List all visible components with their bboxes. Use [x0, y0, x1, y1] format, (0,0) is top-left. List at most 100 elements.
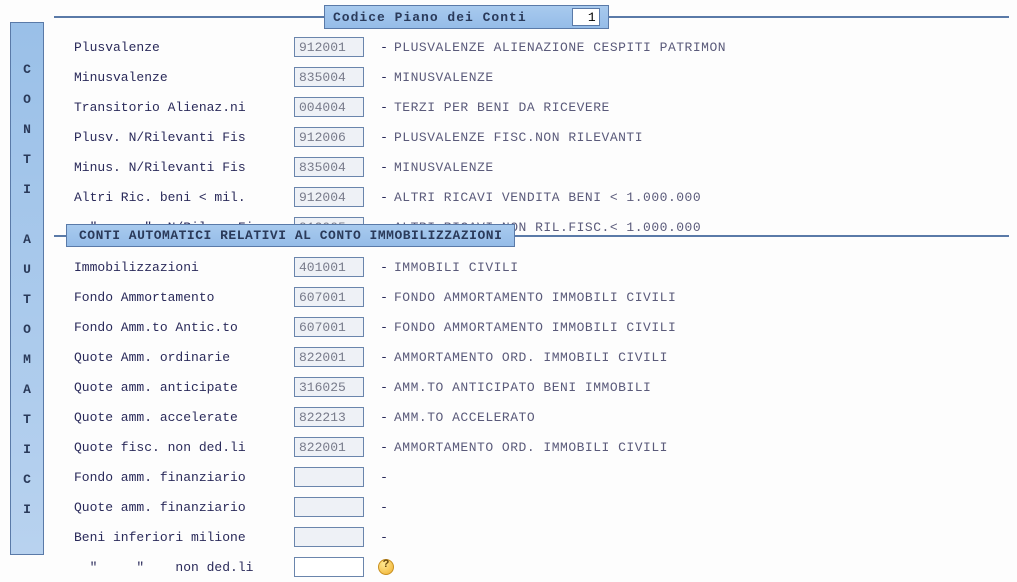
row-label: Plusv. N/Rilevanti Fis [74, 130, 294, 145]
sidebar-letter: C [23, 465, 31, 495]
dash-separator: - [374, 350, 394, 365]
dash-separator: - [374, 500, 394, 515]
help-icon[interactable] [378, 559, 394, 575]
top-row: Transitorio Alienaz.ni -TERZI PER BENI DA… [74, 92, 1007, 122]
bottom-row: Immobilizzazioni -IMMOBILI CIVILI [74, 252, 1007, 282]
dash-separator: - [374, 290, 394, 305]
row-description: ALTRI RICAVI VENDITA BENI < 1.000.000 [394, 190, 701, 205]
row-label: Minus. N/Rilevanti Fis [74, 160, 294, 175]
row-description: AMMORTAMENTO ORD. IMMOBILI CIVILI [394, 440, 668, 455]
sidebar-letter: C [23, 55, 31, 85]
account-code-input[interactable] [294, 467, 364, 487]
row-description: AMM.TO ANTICIPATO BENI IMMOBILI [394, 380, 651, 395]
sidebar-letter: T [23, 145, 31, 175]
row-description: MINUSVALENZE [394, 70, 494, 85]
bottom-row: Beni inferiori milione - [74, 522, 1007, 552]
chart-plan-code-input[interactable] [572, 8, 600, 26]
row-label: Immobilizzazioni [74, 260, 294, 275]
row-label: Minusvalenze [74, 70, 294, 85]
bottom-row: Fondo Amm.to Antic.to-FONDO AMMORTAMENTO… [74, 312, 1007, 342]
dash-separator: - [374, 40, 394, 55]
account-code-input[interactable] [294, 127, 364, 147]
row-description: MINUSVALENZE [394, 160, 494, 175]
sidebar-letter: O [23, 315, 31, 345]
account-code-input[interactable] [294, 527, 364, 547]
account-code-input[interactable] [294, 347, 364, 367]
row-description: AMM.TO ACCELERATO [394, 410, 535, 425]
sidebar-letter: A [23, 225, 31, 255]
row-label: " " non ded.li [74, 560, 294, 575]
row-description: FONDO AMMORTAMENTO IMMOBILI CIVILI [394, 320, 676, 335]
row-label: Fondo amm. finanziario [74, 470, 294, 485]
row-label: Quote amm. anticipate [74, 380, 294, 395]
row-label: Altri Ric. beni < mil. [74, 190, 294, 205]
sidebar-letter: U [23, 255, 31, 285]
dash-separator: - [374, 440, 394, 455]
dash-separator: - [374, 260, 394, 275]
row-label: Transitorio Alienaz.ni [74, 100, 294, 115]
account-code-input[interactable] [294, 37, 364, 57]
top-row: Plusvalenze -PLUSVALENZE ALIENAZIONE CESP… [74, 32, 1007, 62]
bottom-row: Fondo Ammortamento -FONDO AMMORTAMENTO IM… [74, 282, 1007, 312]
section-title: CONTI AUTOMATICI RELATIVI AL CONTO IMMOB… [66, 224, 515, 247]
dash-separator: - [374, 160, 394, 175]
account-code-input[interactable] [294, 557, 364, 577]
bottom-row: Quote fisc. non ded.li -AMMORTAMENTO ORD.… [74, 432, 1007, 462]
accounts-group-bottom: Immobilizzazioni-IMMOBILI CIVILIFondo Am… [74, 252, 1007, 582]
sidebar-letter: T [23, 285, 31, 315]
bottom-row: Quote amm. anticipate -AMM.TO ANTICIPATO … [74, 372, 1007, 402]
bottom-row: Quote Amm. ordinarie -AMMORTAMENTO ORD. I… [74, 342, 1007, 372]
sidebar-letter: I [23, 175, 31, 205]
top-row: Plusv. N/Rilevanti Fis -PLUSVALENZE FISC.… [74, 122, 1007, 152]
account-code-input[interactable] [294, 257, 364, 277]
dash-separator: - [374, 380, 394, 395]
row-label: Quote amm. finanziario [74, 500, 294, 515]
account-code-input[interactable] [294, 187, 364, 207]
sidebar-letter: I [23, 495, 31, 525]
sidebar-letter: M [23, 345, 31, 375]
account-code-input[interactable] [294, 287, 364, 307]
account-code-input[interactable] [294, 97, 364, 117]
row-label: Fondo Ammortamento [74, 290, 294, 305]
dash-separator: - [374, 530, 394, 545]
section-separator: CONTI AUTOMATICI RELATIVI AL CONTO IMMOB… [54, 224, 1009, 248]
dash-separator: - [374, 70, 394, 85]
page-title: Codice Piano dei Conti [333, 10, 527, 25]
sidebar-letter: I [23, 435, 31, 465]
row-label: Plusvalenze [74, 40, 294, 55]
top-row: Altri Ric. beni < mil. -ALTRI RICAVI VEND… [74, 182, 1007, 212]
account-code-input[interactable] [294, 317, 364, 337]
row-description: IMMOBILI CIVILI [394, 260, 519, 275]
accounts-group-top: Plusvalenze-PLUSVALENZE ALIENAZIONE CESP… [74, 32, 1007, 242]
bottom-row: " " non ded.li [74, 552, 1007, 582]
row-description: PLUSVALENZE ALIENAZIONE CESPITI PATRIMON [394, 40, 726, 55]
sidebar-letter: A [23, 375, 31, 405]
account-code-input[interactable] [294, 497, 364, 517]
account-code-input[interactable] [294, 407, 364, 427]
account-code-input[interactable] [294, 377, 364, 397]
bottom-row: Quote amm. finanziario - [74, 492, 1007, 522]
bottom-row: Quote amm. accelerate-AMM.TO ACCELERATO [74, 402, 1007, 432]
sidebar-letter: N [23, 115, 31, 145]
vertical-sidebar: C O N T I A U T O M A T I C I [10, 22, 44, 555]
top-row: Minus. N/Rilevanti Fis -MINUSVALENZE [74, 152, 1007, 182]
row-label: Quote fisc. non ded.li [74, 440, 294, 455]
row-description: PLUSVALENZE FISC.NON RILEVANTI [394, 130, 643, 145]
row-label: Beni inferiori milione [74, 530, 294, 545]
row-label: Quote Amm. ordinarie [74, 350, 294, 365]
dash-separator: - [374, 320, 394, 335]
row-description: AMMORTAMENTO ORD. IMMOBILI CIVILI [394, 350, 668, 365]
account-code-input[interactable] [294, 157, 364, 177]
dash-separator: - [374, 410, 394, 425]
row-description: TERZI PER BENI DA RICEVERE [394, 100, 610, 115]
dash-separator: - [374, 100, 394, 115]
dash-separator: - [374, 470, 394, 485]
dash-separator: - [374, 190, 394, 205]
header-title-box: Codice Piano dei Conti [324, 5, 609, 29]
account-code-input[interactable] [294, 67, 364, 87]
bottom-row: Fondo amm. finanziario - [74, 462, 1007, 492]
account-code-input[interactable] [294, 437, 364, 457]
row-description: FONDO AMMORTAMENTO IMMOBILI CIVILI [394, 290, 676, 305]
dash-separator: - [374, 130, 394, 145]
sidebar-letter: T [23, 405, 31, 435]
